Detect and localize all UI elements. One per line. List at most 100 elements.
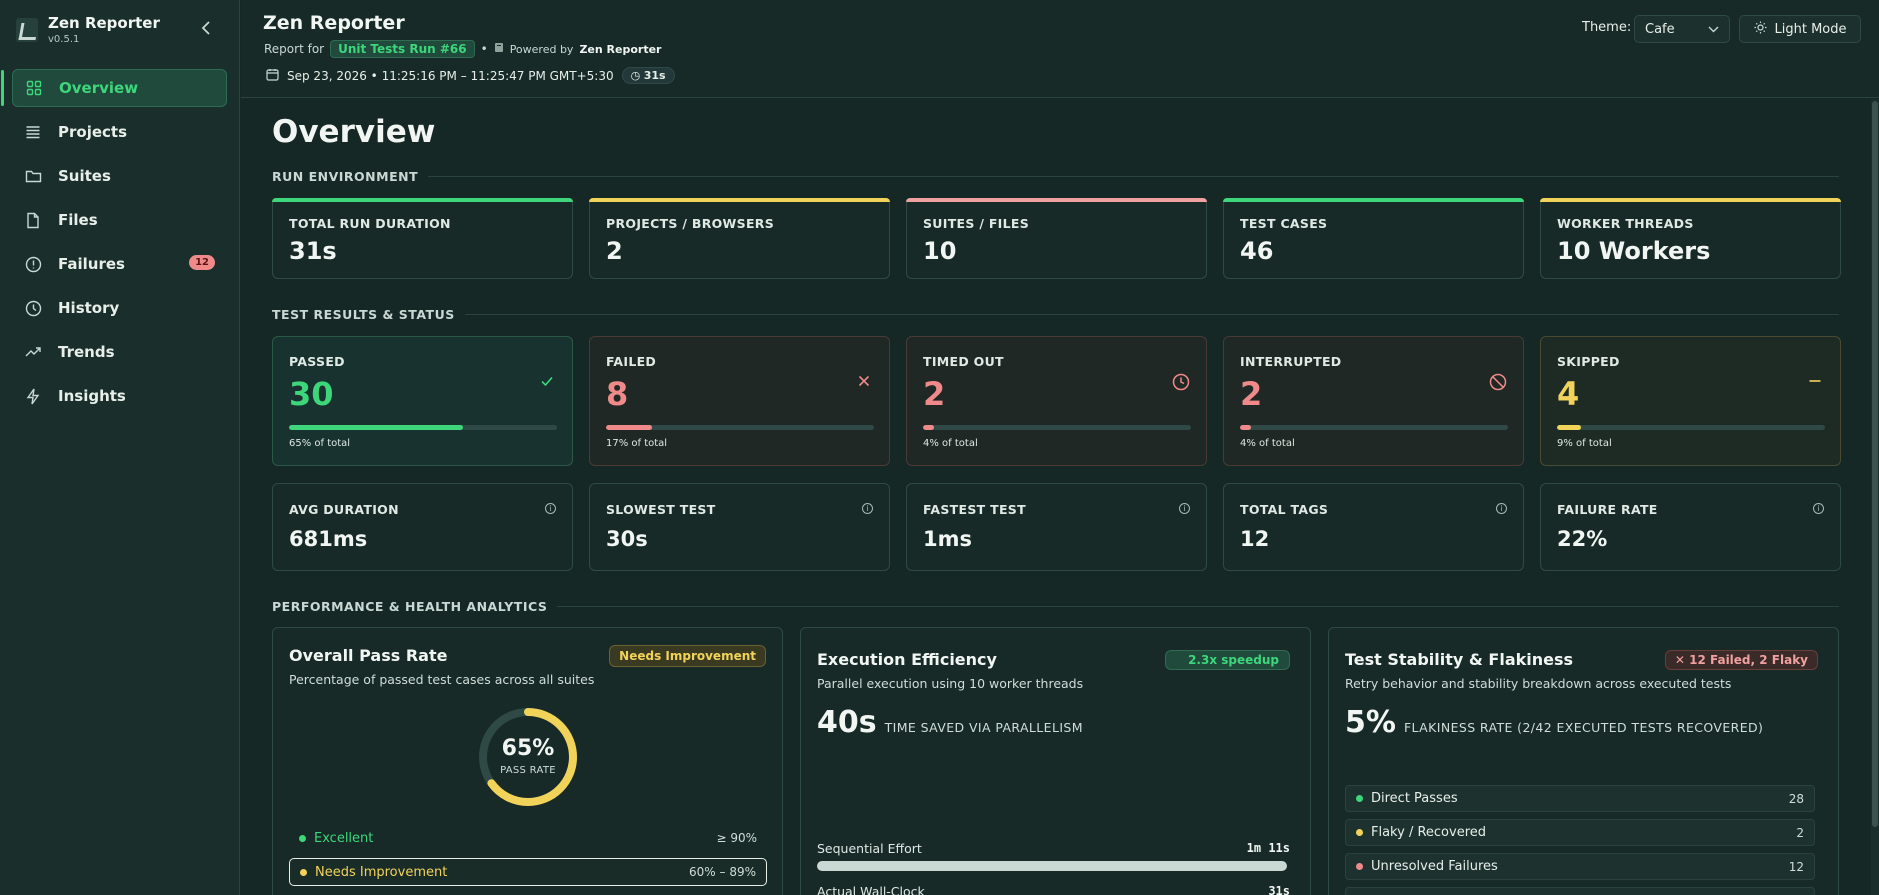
sidebar-item-history[interactable]: History <box>12 289 227 327</box>
list-item-direct-passes[interactable]: Direct Passes 28 <box>1345 785 1815 812</box>
scrollbar-thumb[interactable] <box>1872 101 1878 827</box>
status-dot <box>1356 795 1363 802</box>
header-title: Zen Reporter <box>263 12 405 34</box>
legend-label: Excellent <box>314 830 374 846</box>
minus-icon <box>1806 373 1824 391</box>
section-label: RUN ENVIRONMENT <box>272 169 419 184</box>
chevron-down-icon <box>1708 22 1719 37</box>
sidebar-item-label: Files <box>58 211 98 229</box>
speedup-badge: 2.3x speedup <box>1165 650 1290 670</box>
sidebar-item-overview[interactable]: Overview <box>1 69 227 107</box>
card-label: FAILED <box>606 354 657 369</box>
info-icon[interactable]: i <box>862 503 873 514</box>
card-label: TOTAL TAGS <box>1240 502 1329 517</box>
sidebar-item-label: Suites <box>58 167 111 185</box>
sidebar-item-suites[interactable]: Suites <box>12 157 227 195</box>
card-title: Test Stability & Flakiness <box>1345 650 1574 669</box>
row-label: Direct Passes <box>1371 791 1458 806</box>
section-label: TEST RESULTS & STATUS <box>272 307 455 322</box>
sidebar-item-failures[interactable]: Failures 12 <box>12 245 227 283</box>
light-mode-button[interactable]: Light Mode <box>1739 15 1861 43</box>
stability-card: Test Stability & Flakiness Retry behavio… <box>1328 627 1839 895</box>
card-label: SUITES / FILES <box>923 216 1030 231</box>
result-card-passed[interactable]: PASSED 30 65% of total <box>272 336 573 466</box>
card-value: 12 <box>1240 527 1270 551</box>
card-label: TIMED OUT <box>923 354 1004 369</box>
list-item-unresolved[interactable]: Unresolved Failures 12 <box>1345 853 1815 880</box>
card-value: 1ms <box>923 527 972 551</box>
report-for-label: Report for <box>264 42 325 56</box>
result-card-skipped[interactable]: SKIPPED 4 9% of total <box>1540 336 1841 466</box>
separator-dot: • <box>480 42 488 56</box>
section-analytics: PERFORMANCE & HEALTH ANALYTICS <box>272 599 1839 614</box>
card-label: PROJECTS / BROWSERS <box>606 216 775 231</box>
list-icon <box>24 123 42 141</box>
legend-range: 60% – 89% <box>689 865 756 879</box>
check-icon <box>538 373 556 391</box>
result-card-interrupted[interactable]: INTERRUPTED 2 4% of total <box>1223 336 1524 466</box>
card-accent <box>1540 198 1841 202</box>
info-icon[interactable]: i <box>1496 503 1507 514</box>
list-item-flaky[interactable]: Flaky / Recovered 2 <box>1345 819 1815 846</box>
metric-card-failure-rate: FAILURE RATE i 22% <box>1540 483 1841 571</box>
card-label: FAILURE RATE <box>1557 502 1658 517</box>
row-count: 28 <box>1788 791 1804 806</box>
clock-icon <box>24 299 42 317</box>
file-icon <box>24 211 42 229</box>
info-icon[interactable]: i <box>545 503 556 514</box>
card-value: 10 <box>923 237 957 265</box>
book-icon <box>494 42 504 56</box>
metric-card-fastest: FASTEST TEST i 1ms <box>906 483 1207 571</box>
card-value: 2 <box>606 237 623 265</box>
sidebar-item-trends[interactable]: Trends <box>12 333 227 371</box>
legend-dot <box>299 834 306 842</box>
result-card-timed-out[interactable]: TIMED OUT 2 4% of total <box>906 336 1207 466</box>
legend-excellent: Excellent ≥ 90% <box>289 824 767 852</box>
result-card-failed[interactable]: FAILED 8 17% of total <box>589 336 890 466</box>
card-value: 30 <box>289 375 334 413</box>
sidebar-item-projects[interactable]: Projects <box>12 113 227 151</box>
run-timing: Sep 23, 2026 • 11:25:16 PM – 11:25:47 PM… <box>266 67 675 84</box>
wallclock-label: Actual Wall-Clock <box>817 884 925 895</box>
card-value: 46 <box>1240 237 1274 265</box>
metric-card-slowest: SLOWEST TEST i 30s <box>589 483 890 571</box>
app-name: Zen Reporter <box>48 14 160 32</box>
powered-by-label: Powered by <box>509 42 574 56</box>
env-card-duration: TOTAL RUN DURATION 31s <box>272 198 573 279</box>
x-icon <box>855 373 873 391</box>
stability-badge-text: 12 Failed, 2 Flaky <box>1689 653 1808 667</box>
sequential-label: Sequential Effort <box>817 841 922 856</box>
brand[interactable]: Zen Reporter v0.5.1 <box>16 14 160 45</box>
card-label: TEST CASES <box>1240 216 1328 231</box>
percent-of-total: 65% of total <box>289 438 351 449</box>
sequential-value: 1m 11s <box>1246 841 1290 855</box>
flakiness-rate: 5% FLAKINESS RATE (2/42 EXECUTED TESTS R… <box>1345 705 1763 740</box>
metric-card-avg-duration: AVG DURATION i 681ms <box>272 483 573 571</box>
list-item-more <box>1345 887 1815 895</box>
theme-select[interactable]: Cafe <box>1634 15 1730 43</box>
section-run-environment: RUN ENVIRONMENT <box>272 169 1839 184</box>
logo-icon <box>16 17 38 42</box>
wallclock-value: 31s <box>1268 884 1290 895</box>
card-accent <box>1223 198 1524 202</box>
x-icon: ✕ <box>1674 653 1690 667</box>
sidebar-item-insights[interactable]: Insights <box>12 377 227 415</box>
run-name-chip[interactable]: Unit Tests Run #66 <box>330 40 475 58</box>
clock-icon <box>1172 373 1190 391</box>
light-mode-label: Light Mode <box>1774 21 1847 37</box>
failures-count-badge: 12 <box>189 255 215 270</box>
progress-track <box>606 425 874 430</box>
card-label: SKIPPED <box>1557 354 1620 369</box>
folder-icon <box>24 167 42 185</box>
info-icon[interactable]: i <box>1179 503 1190 514</box>
sidebar-item-label: Overview <box>59 79 139 97</box>
progress-fill <box>1240 425 1251 430</box>
section-test-results: TEST RESULTS & STATUS <box>272 307 1839 322</box>
sidebar-item-files[interactable]: Files <box>12 201 227 239</box>
main-scrollbar[interactable] <box>1871 99 1879 895</box>
chevron-left-icon[interactable] <box>198 18 216 40</box>
card-label: TOTAL RUN DURATION <box>289 216 451 231</box>
sidebar-item-label: Trends <box>58 343 115 361</box>
info-icon[interactable]: i <box>1813 503 1824 514</box>
card-value: 22% <box>1557 527 1608 551</box>
